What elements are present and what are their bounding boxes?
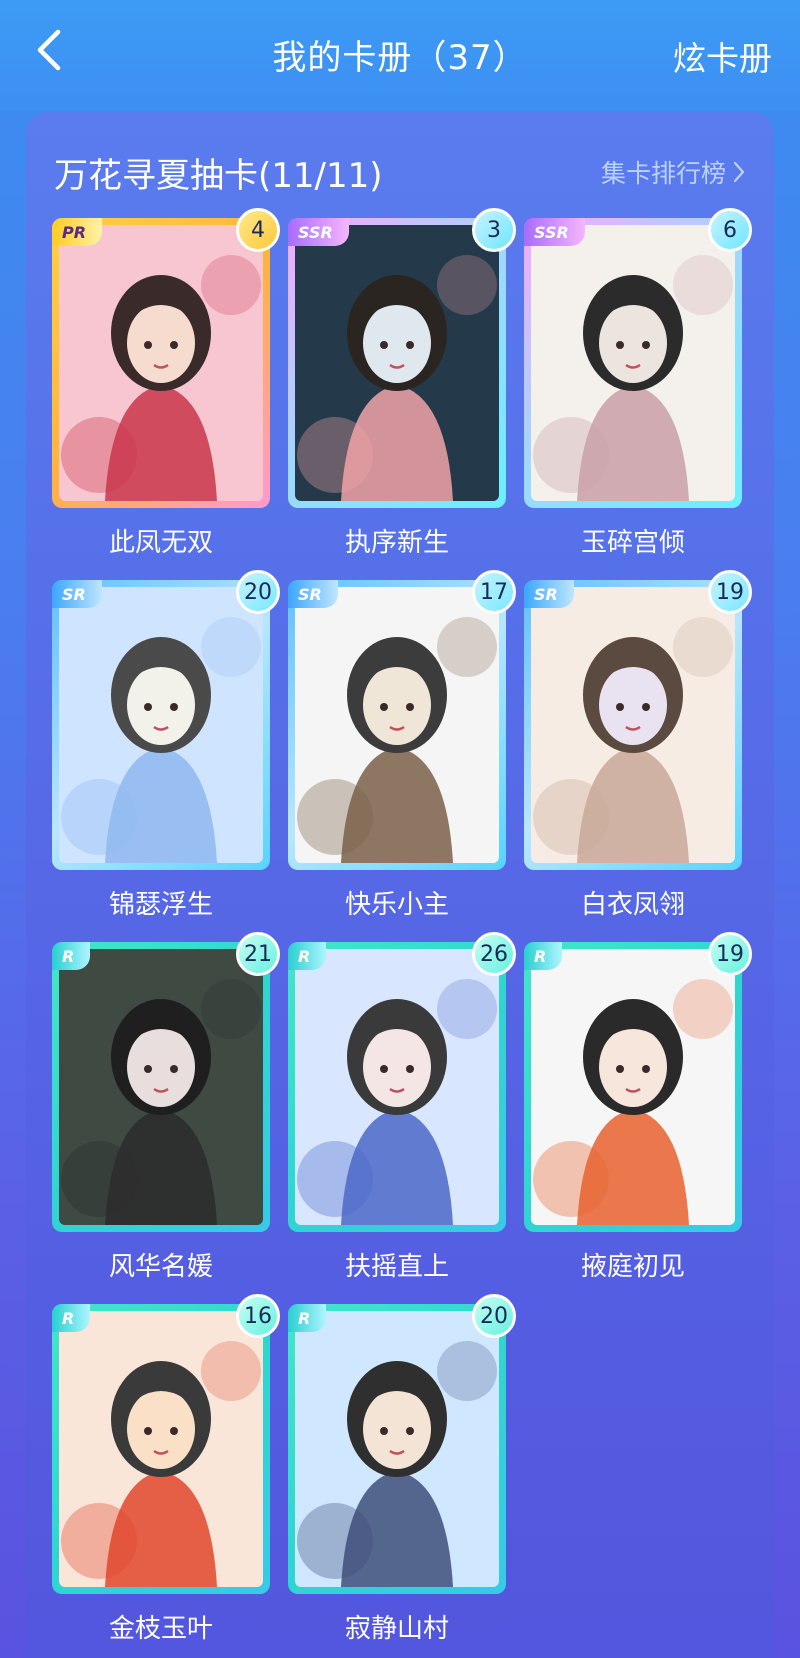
card-frame: SR 19 [524, 570, 752, 870]
card-frame: PR 4 [52, 208, 280, 508]
rarity-badge: R [524, 942, 563, 970]
card-artwork [295, 949, 499, 1225]
card-item[interactable]: R 26 扶摇直上 [288, 932, 516, 1304]
card-artwork [531, 587, 735, 863]
card-frame: SSR 6 [524, 208, 752, 508]
card-name: 执序新生 [344, 528, 449, 558]
card-frame: SR 17 [288, 570, 516, 870]
card-item[interactable]: R 19 掖庭初见 [524, 932, 752, 1304]
back-button[interactable] [28, 26, 68, 74]
card-frame: R 26 [288, 932, 516, 1232]
card-item[interactable]: R 20 寂静山村 [288, 1294, 516, 1658]
rarity-badge: R [288, 1304, 327, 1332]
card-count-badge: 21 [236, 932, 280, 976]
card-item[interactable]: SR 20 锦瑟浮生 [52, 570, 280, 942]
card-count-badge: 6 [708, 208, 752, 252]
card-count-badge: 20 [472, 1294, 516, 1338]
rarity-badge: R [52, 942, 91, 970]
card-frame: R 21 [52, 932, 280, 1232]
card-count-badge: 19 [708, 932, 752, 976]
card-count-badge: 4 [236, 208, 280, 252]
card-name: 白衣凤翎 [580, 890, 685, 920]
album-title: 万花寻夏抽卡(11/11) [54, 156, 383, 196]
ranking-link[interactable]: 集卡排行榜 [601, 154, 746, 190]
chevron-right-icon [733, 161, 745, 183]
card-name: 金枝玉叶 [108, 1614, 213, 1644]
card-frame: SSR 3 [288, 208, 516, 508]
card-item[interactable]: PR 4 此凤无双 [52, 208, 280, 580]
card-artwork [59, 225, 263, 501]
rarity-badge: SSR [288, 218, 349, 246]
card-name: 寂静山村 [344, 1614, 449, 1644]
card-name: 扶摇直上 [344, 1252, 449, 1282]
chevron-left-icon [37, 29, 61, 71]
rarity-badge: SR [52, 580, 102, 608]
card-count-badge: 19 [708, 570, 752, 614]
card-frame: R 19 [524, 932, 752, 1232]
card-name: 此凤无双 [108, 528, 213, 558]
card-item[interactable]: SSR 3 执序新生 [288, 208, 516, 580]
card-item[interactable]: SR 17 快乐小主 [288, 570, 516, 942]
card-count-badge: 20 [236, 570, 280, 614]
album-panel: 万花寻夏抽卡(11/11) 集卡排行榜 PR 4 此凤无双 SSR 3 执序新生 SSR 6 玉… [26, 112, 774, 1658]
card-item[interactable]: SSR 6 玉碎宫倾 [524, 208, 752, 580]
card-artwork [295, 1311, 499, 1587]
card-count-badge: 16 [236, 1294, 280, 1338]
card-name: 掖庭初见 [580, 1252, 685, 1282]
card-name: 锦瑟浮生 [108, 890, 213, 920]
card-frame: R 20 [288, 1294, 516, 1594]
ranking-link-label: 集卡排行榜 [600, 159, 726, 188]
card-name: 快乐小主 [344, 890, 449, 920]
card-grid: PR 4 此凤无双 SSR 3 执序新生 SSR 6 玉碎宫倾 SR 20 锦瑟浮生 SR 17 快乐小主 S… [52, 208, 752, 1658]
card-artwork [59, 1311, 263, 1587]
card-item[interactable]: R 16 金枝玉叶 [52, 1294, 280, 1658]
rarity-badge: PR [52, 218, 103, 246]
rarity-badge: SR [524, 580, 574, 608]
card-count-badge: 3 [472, 208, 516, 252]
card-name: 玉碎宫倾 [580, 528, 685, 558]
show-album-button[interactable]: 炫卡册 [673, 32, 772, 80]
card-frame: R 16 [52, 1294, 280, 1594]
card-item[interactable]: R 21 风华名媛 [52, 932, 280, 1304]
top-bar: 我的卡册（37） 炫卡册 [0, 0, 800, 110]
card-count-badge: 26 [472, 932, 516, 976]
card-artwork [59, 587, 263, 863]
card-artwork [531, 225, 735, 501]
card-item[interactable]: SR 19 白衣凤翎 [524, 570, 752, 942]
card-artwork [59, 949, 263, 1225]
rarity-badge: SSR [524, 218, 585, 246]
rarity-badge: R [52, 1304, 91, 1332]
card-frame: SR 20 [52, 570, 280, 870]
card-artwork [295, 587, 499, 863]
card-artwork [295, 225, 499, 501]
rarity-badge: SR [288, 580, 338, 608]
card-count-badge: 17 [472, 570, 516, 614]
rarity-badge: R [288, 942, 327, 970]
card-name: 风华名媛 [108, 1252, 213, 1282]
card-artwork [531, 949, 735, 1225]
